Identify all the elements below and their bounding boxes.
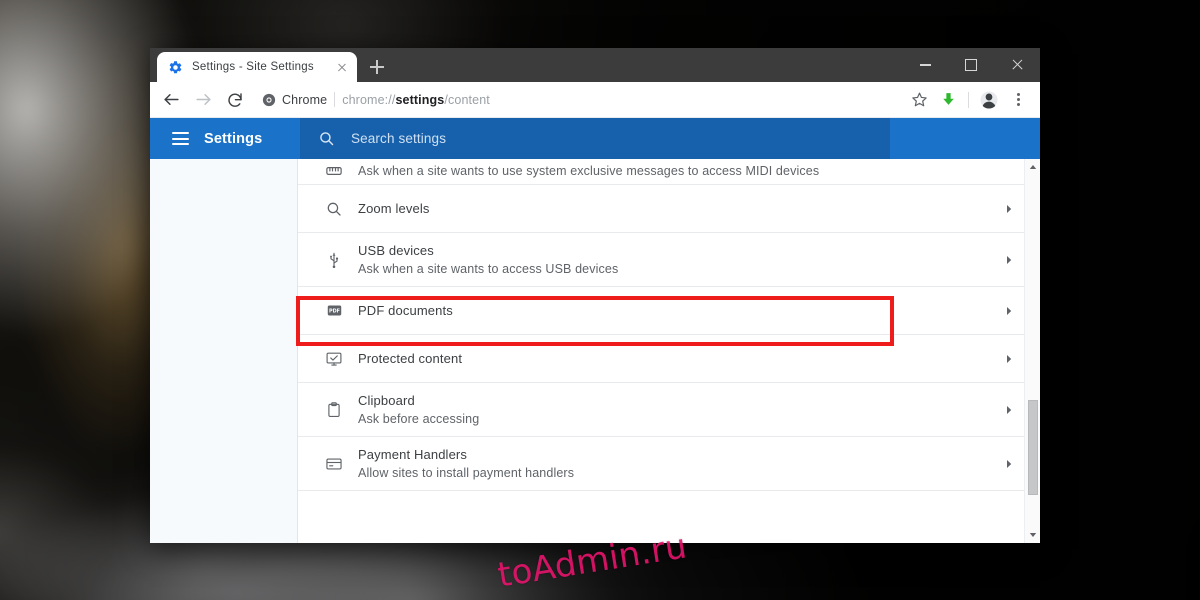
settings-title: Settings bbox=[204, 130, 263, 147]
list-item-zoom-levels[interactable]: Zoom levels bbox=[298, 185, 1040, 233]
list-item-payment-handlers[interactable]: Payment Handlers Allow sites to install … bbox=[298, 437, 1040, 491]
address-bar[interactable]: Chrome chrome://settings/content bbox=[258, 87, 897, 113]
url-prefix: chrome:// bbox=[342, 92, 396, 107]
close-icon[interactable] bbox=[994, 48, 1040, 82]
scrollbar-thumb[interactable] bbox=[1027, 400, 1038, 496]
site-identity-label: Chrome bbox=[282, 92, 328, 107]
list-item-subtitle: Ask when a site wants to use system excl… bbox=[358, 164, 820, 178]
list-item-title: Zoom levels bbox=[358, 201, 430, 216]
list-item-text: Protected content bbox=[356, 349, 1000, 368]
svg-text:PDF: PDF bbox=[328, 308, 339, 314]
maximize-icon[interactable] bbox=[948, 48, 994, 82]
list-item-title: Clipboard bbox=[358, 392, 415, 408]
search-icon bbox=[320, 132, 334, 146]
content-scrollbar[interactable] bbox=[1024, 159, 1040, 543]
forward-arrow-icon[interactable] bbox=[188, 85, 218, 115]
search-settings-box[interactable]: Search settings bbox=[300, 118, 890, 159]
chevron-right-icon[interactable] bbox=[1000, 353, 1018, 365]
browser-tab[interactable]: Settings - Site Settings bbox=[157, 52, 357, 82]
chevron-right-icon[interactable] bbox=[1000, 254, 1018, 266]
profile-avatar-icon[interactable] bbox=[975, 86, 1003, 114]
payment-card-icon bbox=[312, 455, 356, 473]
list-item-title: Protected content bbox=[358, 351, 463, 366]
list-item-subtitle: Ask before accessing bbox=[358, 411, 480, 426]
settings-content-panel: Ask when a site wants to use system excl… bbox=[298, 159, 1040, 543]
tab-strip: Settings - Site Settings bbox=[150, 48, 1040, 82]
tab-title: Settings - Site Settings bbox=[192, 61, 314, 73]
list-item-title: USB devices bbox=[358, 242, 434, 258]
window-controls bbox=[902, 48, 1040, 82]
list-item-text: Ask when a site wants to use system excl… bbox=[356, 162, 1000, 181]
settings-sidebar bbox=[150, 159, 298, 543]
list-item-clipboard[interactable]: Clipboard Ask before accessing bbox=[298, 383, 1040, 437]
three-dot-menu-icon[interactable] bbox=[1004, 86, 1032, 114]
browser-toolbar: Chrome chrome://settings/content bbox=[150, 82, 1040, 118]
site-settings-list: Ask when a site wants to use system excl… bbox=[298, 159, 1040, 491]
chevron-right-icon[interactable] bbox=[1000, 305, 1018, 317]
site-identity-chip[interactable]: Chrome bbox=[262, 93, 327, 107]
new-tab-icon[interactable] bbox=[363, 53, 391, 81]
list-item-text: USB devices Ask when a site wants to acc… bbox=[356, 241, 1000, 279]
pdf-document-icon: PDF bbox=[312, 302, 356, 319]
usb-icon bbox=[312, 251, 356, 269]
tab-close-icon[interactable] bbox=[334, 59, 350, 75]
settings-header-bar: Settings Search settings bbox=[150, 118, 1040, 159]
toolbar-divider bbox=[968, 91, 969, 108]
settings-search-wrap: Search settings bbox=[300, 118, 1040, 159]
clipboard-icon bbox=[312, 401, 356, 419]
back-arrow-icon[interactable] bbox=[156, 85, 186, 115]
list-item-text: Payment Handlers Allow sites to install … bbox=[356, 445, 1000, 483]
url-suffix: /content bbox=[444, 92, 490, 107]
url-bold-segment: settings bbox=[395, 92, 445, 107]
omnibox-divider bbox=[334, 92, 336, 107]
list-item-text: Zoom levels bbox=[356, 199, 1000, 218]
hamburger-menu-icon[interactable] bbox=[172, 131, 189, 146]
menu-dots bbox=[1016, 92, 1020, 107]
list-item-subtitle: Allow sites to install payment handlers bbox=[358, 465, 575, 480]
midi-icon bbox=[312, 159, 356, 181]
scrollbar-track[interactable] bbox=[1025, 175, 1041, 527]
browser-window: Settings - Site Settings Chrome chrome:/… bbox=[150, 48, 1040, 543]
toolbar-actions bbox=[905, 86, 1032, 114]
zoom-magnifier-icon bbox=[312, 200, 356, 218]
scroll-up-icon[interactable] bbox=[1025, 159, 1041, 175]
url-text: chrome://settings/content bbox=[342, 93, 490, 107]
list-item-subtitle: Ask when a site wants to access USB devi… bbox=[358, 261, 619, 276]
chevron-right-icon[interactable] bbox=[1000, 203, 1018, 215]
search-input[interactable]: Search settings bbox=[351, 131, 446, 146]
list-item-protected-content[interactable]: Protected content bbox=[298, 335, 1040, 383]
star-icon[interactable] bbox=[905, 86, 933, 114]
download-arrow-icon[interactable] bbox=[934, 86, 962, 114]
list-item-midi[interactable]: Ask when a site wants to use system excl… bbox=[298, 159, 1040, 185]
list-item-title: Payment Handlers bbox=[358, 446, 468, 462]
settings-gear-favicon bbox=[169, 60, 182, 73]
list-item-pdf-documents[interactable]: PDF PDF documents bbox=[298, 287, 1040, 335]
chevron-right-icon[interactable] bbox=[1000, 404, 1018, 416]
protected-content-icon bbox=[312, 350, 356, 368]
chevron-right-icon[interactable] bbox=[1000, 458, 1018, 470]
chrome-logo-icon bbox=[262, 93, 276, 106]
list-item-usb-devices[interactable]: USB devices Ask when a site wants to acc… bbox=[298, 233, 1040, 287]
scroll-down-icon[interactable] bbox=[1025, 527, 1041, 543]
list-item-text: Clipboard Ask before accessing bbox=[356, 391, 1000, 429]
minimize-icon[interactable] bbox=[902, 48, 948, 82]
settings-brand: Settings bbox=[150, 118, 300, 159]
list-item-title: PDF documents bbox=[358, 303, 453, 318]
reload-icon[interactable] bbox=[220, 85, 250, 115]
settings-body: Ask when a site wants to use system excl… bbox=[150, 159, 1040, 543]
list-item-text: PDF documents bbox=[356, 301, 1000, 320]
